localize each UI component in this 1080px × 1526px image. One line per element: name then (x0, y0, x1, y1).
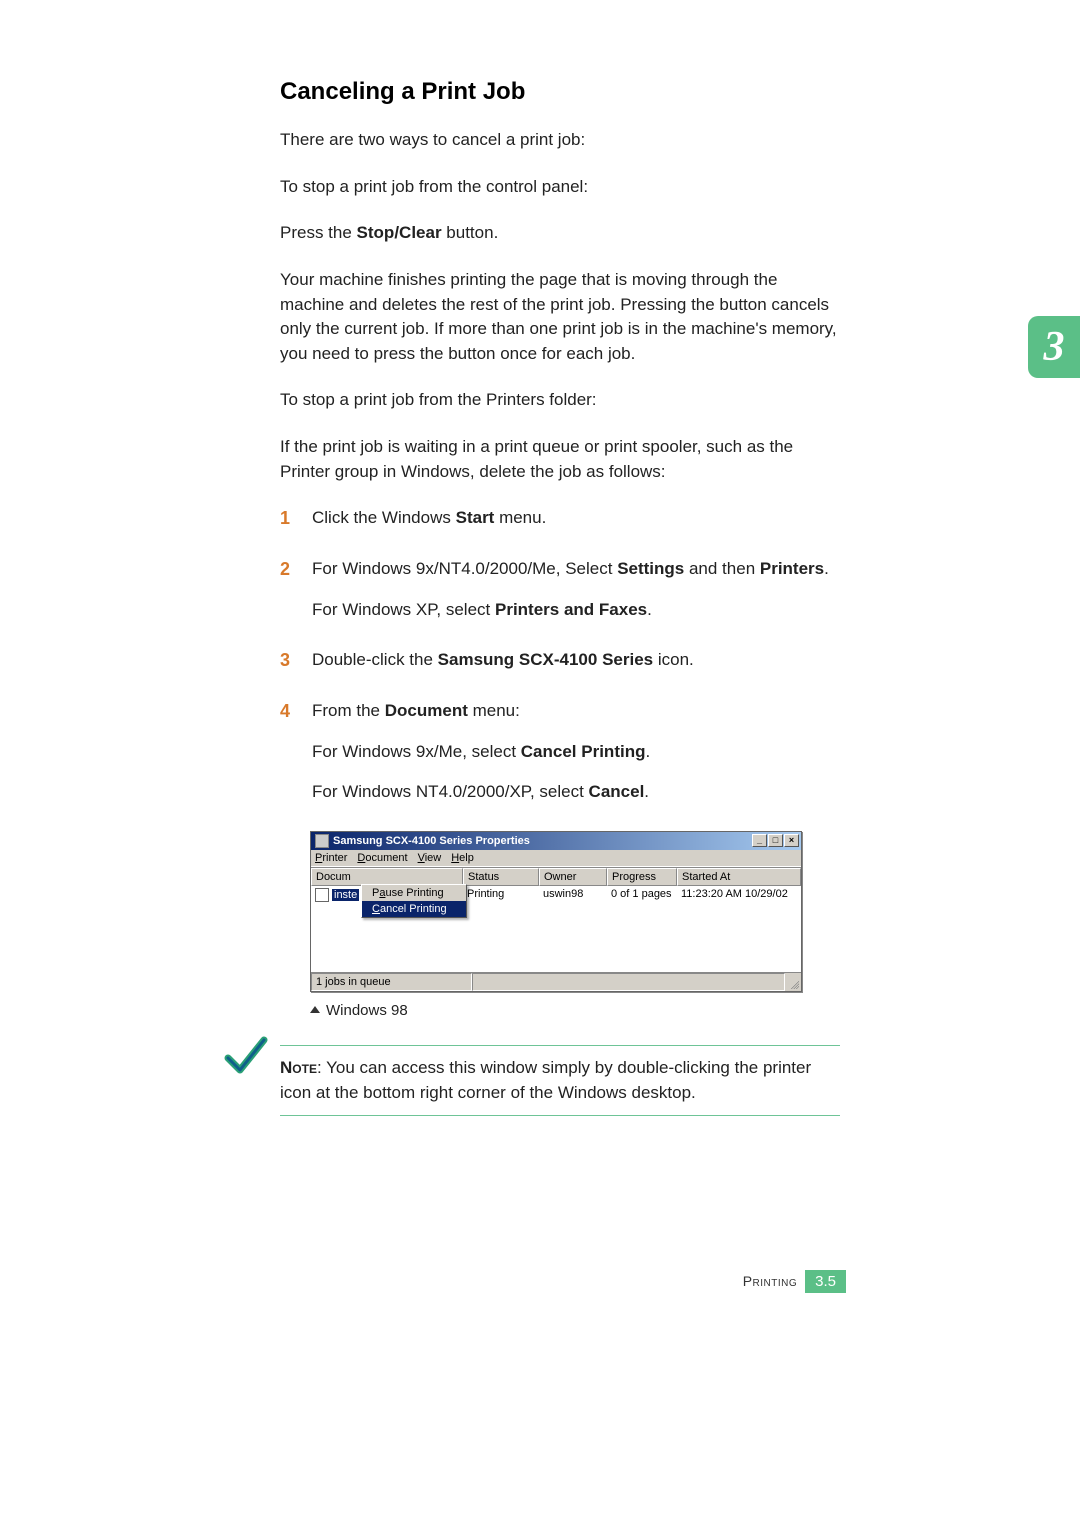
text: iew (425, 852, 442, 864)
settings-label: Settings (617, 559, 684, 578)
printer-queue-window: Samsung SCX-4100 Series Properties _ □ ×… (310, 831, 802, 992)
document-dropdown: Pause Printing Cancel Printing (361, 884, 467, 918)
doc-name: inste (332, 889, 359, 901)
text: button. (442, 223, 499, 242)
text: elp (459, 852, 474, 864)
col-owner[interactable]: Owner (539, 868, 607, 886)
paragraph-finish: Your machine finishes printing the page … (280, 268, 840, 367)
menu-help[interactable]: Help (451, 852, 474, 864)
text: Click the Windows (312, 508, 456, 527)
text: . (645, 742, 650, 761)
cell-started: 11:23:20 AM 10/29/02 (677, 886, 801, 904)
window-titlebar[interactable]: Samsung SCX-4100 Series Properties _ □ × (311, 832, 801, 850)
manual-page: 3 Canceling a Print Job There are two wa… (0, 0, 1080, 1526)
text: rinter (322, 852, 347, 864)
stop-clear-label: Stop/Clear (357, 223, 442, 242)
step-4a: For Windows 9x/Me, select Cancel Printin… (312, 740, 840, 765)
step-4b: For Windows NT4.0/2000/XP, select Cancel… (312, 780, 840, 805)
chapter-tab: 3 (1028, 316, 1080, 378)
status-text: 1 jobs in queue (311, 973, 472, 991)
screenshot-caption: Windows 98 (310, 1002, 840, 1019)
cell-status: Printing (463, 886, 539, 904)
col-started[interactable]: Started At (677, 868, 801, 886)
printer-icon (315, 834, 329, 848)
footer-section-label: Printing (743, 1270, 797, 1293)
section-heading: Canceling a Print Job (280, 78, 840, 106)
paragraph-press: Press the Stop/Clear button. (280, 221, 840, 246)
printer-series-label: Samsung SCX-4100 Series (438, 650, 653, 669)
caret-up-icon (310, 1006, 320, 1013)
note-text: : You can access this window simply by d… (280, 1058, 811, 1102)
step-4: 4 From the Document menu: For Windows 9x… (280, 699, 840, 805)
step-2b: For Windows XP, select Printers and Faxe… (312, 598, 840, 623)
text: . (647, 600, 652, 619)
menu-view[interactable]: View (418, 852, 442, 864)
cancel-label: Cancel (589, 782, 645, 801)
text: . (824, 559, 829, 578)
paragraph-intro-4: If the print job is waiting in a print q… (280, 435, 840, 484)
menu-item-cancel-printing[interactable]: Cancel Printing (362, 901, 466, 917)
text: For Windows 9x/NT4.0/2000/Me, Select (312, 559, 617, 578)
step-number: 3 (280, 647, 290, 673)
close-button[interactable]: × (784, 834, 799, 847)
text: For Windows NT4.0/2000/XP, select (312, 782, 589, 801)
window-title: Samsung SCX-4100 Series Properties (333, 835, 530, 847)
status-empty (472, 973, 785, 991)
col-progress[interactable]: Progress (607, 868, 677, 886)
col-status[interactable]: Status (463, 868, 539, 886)
content-column: Canceling a Print Job There are two ways… (280, 78, 840, 1116)
text: menu. (494, 508, 546, 527)
cancel-printing-label: Cancel Printing (521, 742, 646, 761)
text: menu: (468, 701, 520, 720)
text: For Windows 9x/Me, select (312, 742, 521, 761)
cell-owner: uswin98 (539, 886, 607, 904)
step-number: 2 (280, 556, 290, 582)
queue-list: Pause Printing Cancel Printing inste Pri… (311, 886, 801, 972)
paragraph-intro-1: There are two ways to cancel a print job… (280, 128, 840, 153)
start-menu-label: Start (456, 508, 495, 527)
step-3: 3 Double-click the Samsung SCX-4100 Seri… (280, 648, 840, 673)
text: . (644, 782, 649, 801)
cell-progress: 0 of 1 pages (607, 886, 677, 904)
step-1: 1 Click the Windows Start menu. (280, 506, 840, 531)
menu-item-pause-printing[interactable]: Pause Printing (362, 885, 466, 901)
page-icon (315, 888, 329, 902)
text: and then (684, 559, 760, 578)
paragraph-intro-3: To stop a print job from the Printers fo… (280, 388, 840, 413)
text: Double-click the (312, 650, 438, 669)
caption-text: Windows 98 (326, 1002, 408, 1019)
steps-list: 1 Click the Windows Start menu. 2 For Wi… (280, 506, 840, 804)
text: Press the (280, 223, 357, 242)
status-bar: 1 jobs in queue (311, 972, 801, 991)
note-label: Note (280, 1058, 317, 1077)
text: ocument (365, 852, 407, 864)
menu-printer[interactable]: Printer (315, 852, 347, 864)
minimize-button[interactable]: _ (752, 834, 767, 847)
step-number: 4 (280, 698, 290, 724)
text: From the (312, 701, 385, 720)
printers-label: Printers (760, 559, 824, 578)
menu-document[interactable]: Document (357, 852, 407, 864)
page-footer: Printing 3.5 (743, 1270, 846, 1293)
step-2: 2 For Windows 9x/NT4.0/2000/Me, Select S… (280, 557, 840, 622)
checkmark-icon (222, 1034, 268, 1080)
note-block: Note: You can access this window simply … (280, 1045, 840, 1116)
text: For Windows XP, select (312, 600, 495, 619)
resize-grip[interactable] (785, 973, 801, 991)
step-number: 1 (280, 505, 290, 531)
text: icon. (653, 650, 694, 669)
document-menu-label: Document (385, 701, 468, 720)
window-menubar: Printer Document View Help (311, 850, 801, 867)
paragraph-intro-2: To stop a print job from the control pan… (280, 175, 840, 200)
page-number: 3.5 (805, 1270, 846, 1293)
printers-faxes-label: Printers and Faxes (495, 600, 647, 619)
maximize-button[interactable]: □ (768, 834, 783, 847)
